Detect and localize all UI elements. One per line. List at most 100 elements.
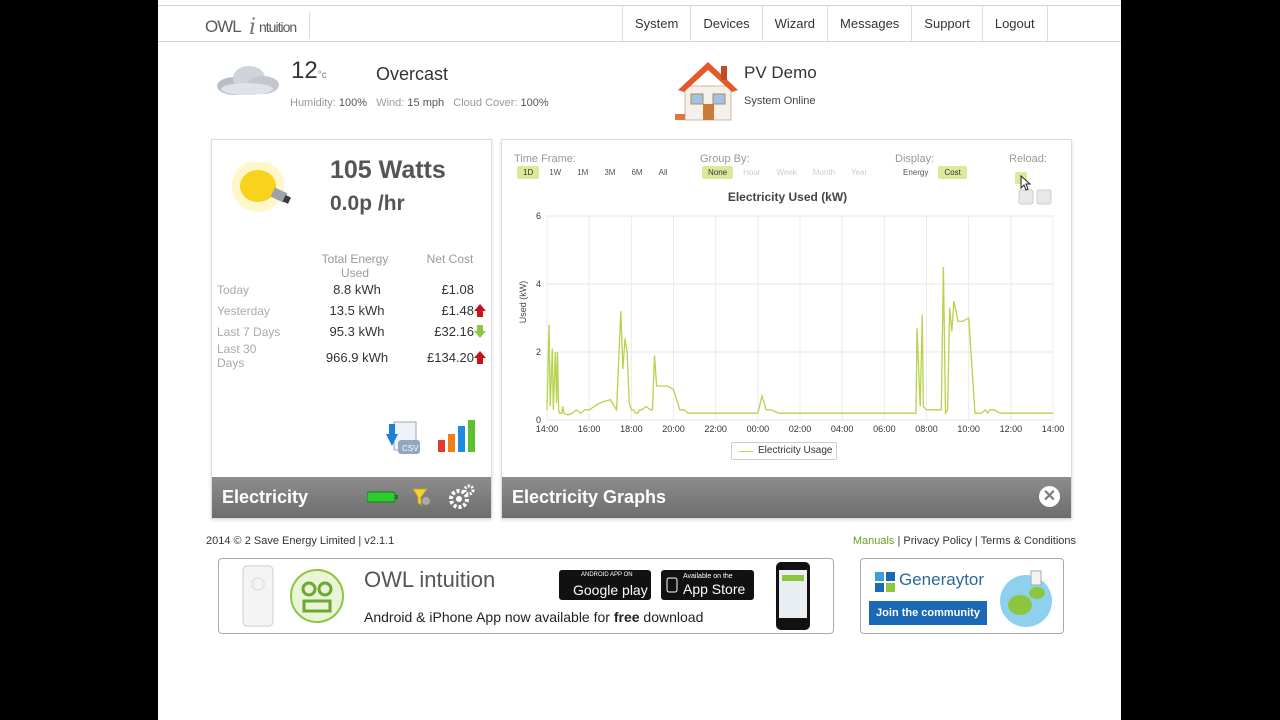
- reload-label: Reload:: [1009, 153, 1047, 165]
- app-store-badge[interactable]: Available on the App Store: [661, 570, 754, 600]
- timeframe-all[interactable]: All: [653, 166, 674, 179]
- x-tick-label: 06:00: [873, 424, 896, 434]
- nav-messages[interactable]: Messages: [827, 6, 911, 41]
- copyright: 2014 © 2 Save Energy Limited | v2.1.1: [206, 535, 395, 547]
- usage-row-today: Today 8.8 kWh £1.08: [212, 282, 493, 302]
- groupby-month[interactable]: Month: [807, 166, 841, 179]
- apple-icon: [666, 577, 678, 593]
- cloud-icon: [217, 66, 279, 95]
- close-icon[interactable]: ✕: [1039, 486, 1060, 507]
- x-tick-label: 00:00: [747, 424, 770, 434]
- y-tick-label: 2: [536, 347, 541, 357]
- iphone-image: [776, 562, 810, 630]
- graphs-panel-title: Electricity Graphs: [512, 487, 667, 507]
- timeframe-label: Time Frame:: [514, 153, 576, 165]
- timeframe-1w[interactable]: 1W: [543, 166, 567, 179]
- display-energy[interactable]: Energy: [897, 166, 934, 179]
- nav-system[interactable]: System: [622, 6, 690, 41]
- usage-row-yesterday: Yesterday 13.5 kWh £1.48: [212, 303, 493, 323]
- row-energy: 8.8 kWh: [333, 282, 381, 297]
- weather-details: Humidity: 100% Wind: 15 mph Cloud Cover:…: [290, 97, 549, 109]
- row-energy: 13.5 kWh: [329, 303, 385, 318]
- x-tick-label: 14:00: [1042, 424, 1065, 434]
- row-cost: £32.16: [434, 324, 474, 339]
- google-play-badge[interactable]: ANDROID APP ON Google play: [559, 570, 651, 600]
- timeframe-3m[interactable]: 3M: [598, 166, 621, 179]
- owl-logo-graphic: OWL i ntuition: [205, 15, 297, 40]
- groupby-group: None Hour Week Month Year: [702, 166, 873, 179]
- legend-label: Electricity Usage: [758, 445, 833, 456]
- timeframe-group: 1D 1W 1M 3M 6M All: [517, 166, 674, 179]
- bar-chart-icon[interactable]: [436, 418, 480, 454]
- generaytor-banner[interactable]: Generaytor Join the community: [860, 558, 1064, 634]
- generaytor-title: Generaytor: [899, 570, 985, 589]
- x-tick-label: 16:00: [578, 424, 601, 434]
- nav-logout[interactable]: Logout: [981, 6, 1048, 41]
- svg-text:ntuition: ntuition: [259, 19, 296, 35]
- legend-swatch: [739, 451, 753, 452]
- gear-icon[interactable]: [448, 484, 476, 510]
- nav-wizard[interactable]: Wizard: [761, 6, 827, 41]
- nav-support[interactable]: Support: [911, 6, 982, 41]
- house-icon: [675, 62, 738, 121]
- light-bulb-icon: [232, 162, 291, 212]
- x-tick-label: 10:00: [957, 424, 980, 434]
- display-cost[interactable]: Cost: [938, 166, 967, 179]
- electricity-panel-footer: Electricity: [212, 477, 491, 518]
- chart-legend[interactable]: Electricity Usage: [731, 442, 837, 460]
- x-tick-label: 04:00: [831, 424, 854, 434]
- terms-link[interactable]: Terms & Conditions: [981, 535, 1076, 547]
- electricity-panel-title: Electricity: [222, 487, 309, 507]
- x-tick-label: 12:00: [1000, 424, 1023, 434]
- row-label: Last 7 Days: [217, 325, 281, 339]
- usage-row-30days: Last 30 Days 966.9 kWh £134.20: [212, 342, 493, 370]
- row-label: Last 30 Days: [217, 342, 257, 370]
- owl-intuition-logo[interactable]: OWL i ntuition: [205, 12, 310, 40]
- row-cost: £1.48: [441, 303, 474, 318]
- graphs-panel: Time Frame: 1D 1W 1M 3M 6M All Group By:…: [501, 139, 1072, 519]
- generaytor-logo-icon: [875, 572, 895, 592]
- page: OWL i ntuition System Devices Wizard Mes…: [158, 0, 1121, 720]
- system-name: PV Demo: [744, 63, 817, 82]
- groupby-week[interactable]: Week: [770, 166, 802, 179]
- main-nav: System Devices Wizard Messages Support L…: [622, 6, 1048, 41]
- tariff-icon[interactable]: [411, 487, 431, 507]
- svg-text:OWL: OWL: [205, 17, 241, 36]
- nav-devices[interactable]: Devices: [690, 6, 761, 41]
- col-header-cost: Net Cost: [426, 252, 474, 266]
- display-group: Energy Cost: [897, 166, 967, 179]
- battery-icon: [367, 491, 398, 503]
- x-tick-label: 20:00: [662, 424, 685, 434]
- join-community-button[interactable]: Join the community: [869, 601, 987, 625]
- timeframe-1d[interactable]: 1D: [517, 166, 540, 179]
- x-tick-label: 14:00: [536, 424, 559, 434]
- timeframe-1m[interactable]: 1M: [571, 166, 594, 179]
- system-status: System Online: [744, 95, 816, 107]
- footer-links: Manuals | Privacy Policy | Terms & Condi…: [852, 535, 1076, 547]
- x-tick-label: 18:00: [620, 424, 643, 434]
- temperature: 12°c: [291, 57, 327, 84]
- row-label: Yesterday: [217, 304, 270, 318]
- groupby-year[interactable]: Year: [845, 166, 873, 179]
- groupby-none[interactable]: None: [702, 166, 734, 179]
- manuals-link[interactable]: Manuals: [853, 535, 895, 547]
- y-tick-label: 6: [536, 211, 541, 221]
- graphs-panel-footer: Electricity Graphs ✕: [502, 477, 1071, 518]
- groupby-hour[interactable]: Hour: [737, 166, 766, 179]
- row-cost: £1.08: [441, 282, 474, 297]
- y-tick-label: 4: [536, 279, 541, 289]
- csv-download-icon[interactable]: CSV: [384, 420, 424, 458]
- svg-text:CSV: CSV: [402, 444, 419, 453]
- row-label: Today: [217, 283, 250, 297]
- electricity-chart: 0246 14:00 16:00 18:00 20:00 22:00 00:00 02:00…: [518, 211, 1065, 434]
- app-banner[interactable]: OWL intuition Android & iPhone App now a…: [218, 558, 834, 634]
- current-rate: 0.0p /hr: [330, 192, 405, 215]
- row-energy: 966.9 kWh: [325, 350, 389, 365]
- x-tick-label: 22:00: [704, 424, 727, 434]
- phone-image: [242, 565, 274, 627]
- row-cost: £134.20: [427, 350, 474, 365]
- globe-icon: [1000, 570, 1052, 627]
- timeframe-6m[interactable]: 6M: [625, 166, 648, 179]
- privacy-policy-link[interactable]: Privacy Policy: [903, 535, 971, 547]
- electricity-panel: 105 Watts 0.0p /hr Total Energy Used Net…: [211, 139, 492, 519]
